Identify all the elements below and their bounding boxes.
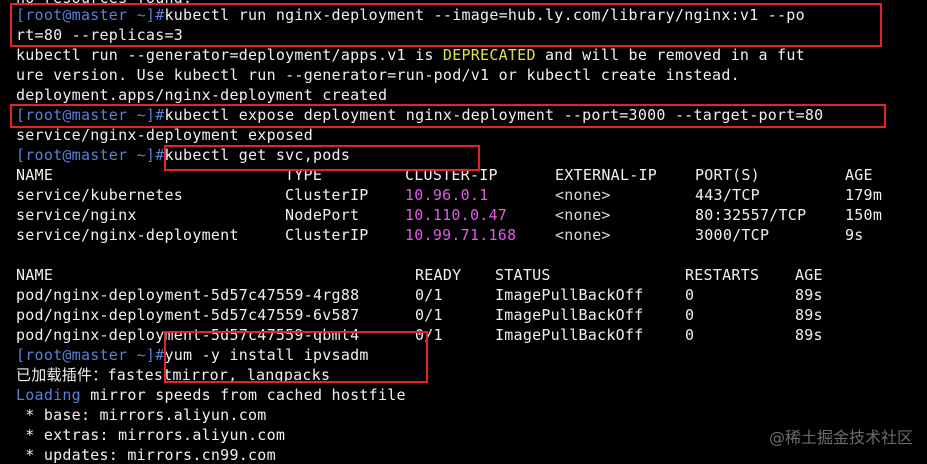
pod-col-ready: READY (415, 266, 462, 284)
svc-type: NodePort (285, 206, 360, 224)
output-line: Loading mirror speeds from cached hostfi… (16, 385, 406, 405)
pod-table-row: pod/nginx-deployment-5d57c47559-4rg88 0/… (16, 285, 916, 305)
svc-ports: 3000/TCP (695, 226, 770, 244)
svc-table-row: service/kubernetes ClusterIP 10.96.0.1 <… (16, 185, 916, 205)
pod-name: pod/nginx-deployment-5d57c47559-4rg88 (16, 286, 360, 304)
command-line-wrap: rt=80 --replicas=3 (16, 26, 184, 44)
pod-col-age: AGE (795, 266, 823, 284)
pod-name: pod/nginx-deployment-5d57c47559-qbmt4 (16, 326, 360, 344)
pod-restarts: 0 (685, 286, 695, 304)
svc-col-name: NAME (16, 166, 54, 184)
command-text: yum -y install ipvsadm (164, 346, 369, 364)
pod-col-name: NAME (16, 266, 54, 284)
output-line: * updates: mirrors.cn99.com (16, 446, 276, 464)
svc-name: service/kubernetes (16, 186, 184, 204)
command-text: kubectl get svc,pods (164, 146, 351, 164)
svc-table-row: service/nginx NodePort 10.110.0.47 <none… (16, 205, 916, 225)
output-line: 已加载插件：fastestmirror, langpacks (16, 366, 331, 384)
pod-status: ImagePullBackOff (495, 326, 644, 344)
shell-prompt: [root@master ~]# (16, 106, 165, 124)
svc-age: 9s (845, 226, 864, 244)
pod-age: 89s (795, 306, 823, 324)
svc-col-ports: PORT(S) (695, 166, 760, 184)
shell-prompt: [root@master ~]# (16, 346, 165, 364)
svc-col-external-ip: EXTERNAL-IP (555, 166, 658, 184)
pod-col-status: STATUS (495, 266, 551, 284)
watermark-text: @稀土掘金技术社区 (768, 428, 913, 447)
svc-table-row: service/nginx-deployment ClusterIP 10.99… (16, 225, 916, 245)
svc-ports: 443/TCP (695, 186, 760, 204)
pod-ready: 0/1 (415, 326, 443, 344)
pod-restarts: 0 (685, 326, 695, 344)
warning-line-wrap: ure version. Use kubectl run --generator… (16, 66, 740, 84)
shell-prompt: [root@master ~]# (16, 6, 165, 24)
loading-keyword: Loading (16, 386, 81, 404)
svc-col-type: TYPE (285, 166, 323, 184)
command-line: [root@master ~]#kubectl expose deploymen… (16, 105, 823, 125)
pod-ready: 0/1 (415, 286, 443, 304)
svc-age: 150m (845, 206, 883, 224)
output-line: * base: mirrors.aliyun.com (16, 406, 267, 424)
warning-text: and will be removed in a fut (535, 46, 805, 64)
svc-col-cluster-ip: CLUSTER-IP (405, 166, 498, 184)
svc-type: ClusterIP (285, 226, 369, 244)
pod-status: ImagePullBackOff (495, 306, 644, 324)
output-line: * extras: mirrors.aliyun.com (16, 426, 286, 444)
terminal-window[interactable]: no resources found. [root@master ~]#kube… (0, 0, 927, 464)
pod-ready: 0/1 (415, 306, 443, 324)
svc-col-age: AGE (845, 166, 873, 184)
command-line: [root@master ~]#kubectl run nginx-deploy… (16, 5, 805, 25)
svc-external-ip: <none> (555, 206, 611, 224)
command-line: [root@master ~]#kubectl get svc,pods (16, 145, 350, 165)
warning-line: kubectl run --generator=deployment/apps.… (16, 45, 805, 65)
command-text: kubectl run nginx-deployment --image=hub… (164, 6, 805, 24)
pod-table-header: NAME READY STATUS RESTARTS AGE (16, 265, 916, 285)
pod-col-restarts: RESTARTS (685, 266, 760, 284)
output-line: service/nginx-deployment exposed (16, 126, 313, 144)
svc-external-ip: <none> (555, 186, 611, 204)
pod-name: pod/nginx-deployment-5d57c47559-6v587 (16, 306, 360, 324)
svc-cluster-ip: 10.99.71.168 (405, 226, 517, 244)
svc-type: ClusterIP (285, 186, 369, 204)
svc-cluster-ip: 10.110.0.47 (405, 206, 508, 224)
pod-age: 89s (795, 286, 823, 304)
output-line: deployment.apps/nginx-deployment created (16, 86, 388, 104)
pod-restarts: 0 (685, 306, 695, 324)
svc-name: service/nginx (16, 206, 137, 224)
svc-table-header: NAME TYPE CLUSTER-IP EXTERNAL-IP PORT(S)… (16, 165, 916, 185)
svc-name: service/nginx-deployment (16, 226, 239, 244)
pod-status: ImagePullBackOff (495, 286, 644, 304)
warning-text: kubectl run --generator=deployment/apps.… (16, 46, 443, 64)
svc-external-ip: <none> (555, 226, 611, 244)
command-line: [root@master ~]#yum -y install ipvsadm (16, 345, 369, 365)
pod-age: 89s (795, 326, 823, 344)
command-text: kubectl expose deployment nginx-deployme… (164, 106, 824, 124)
deprecated-keyword: DEPRECATED (442, 46, 536, 64)
svc-cluster-ip: 10.96.0.1 (405, 186, 489, 204)
shell-prompt: [root@master ~]# (16, 146, 165, 164)
svc-ports: 80:32557/TCP (695, 206, 807, 224)
pod-table-row: pod/nginx-deployment-5d57c47559-6v587 0/… (16, 305, 916, 325)
output-text: mirror speeds from cached hostfile (80, 386, 406, 404)
svc-age: 179m (845, 186, 883, 204)
pod-table-row: pod/nginx-deployment-5d57c47559-qbmt4 0/… (16, 325, 916, 345)
